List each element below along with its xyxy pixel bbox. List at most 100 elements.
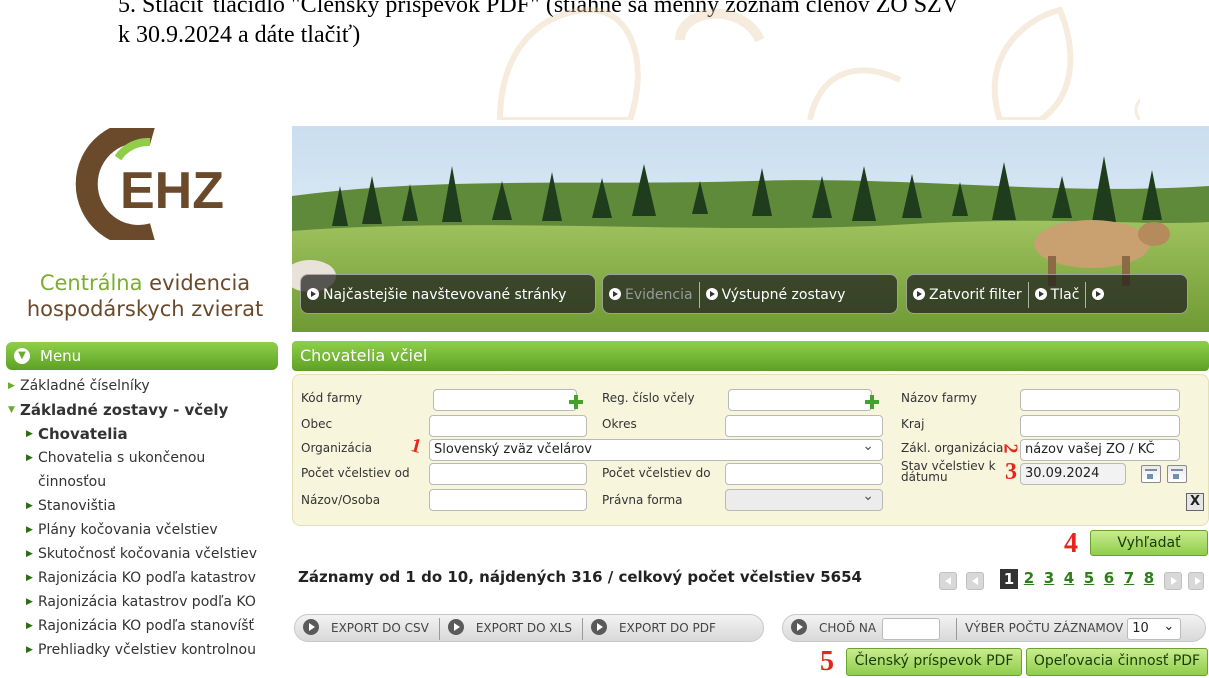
sidebar-item-rajonizacia-ko-katastrov[interactable]: ▶ Rajonizácia KO podľa katastrov — [6, 566, 296, 590]
sidebar-item-skutocnost-kocovania[interactable]: ▶ Skutočnosť kočovania včelstiev — [6, 542, 296, 566]
sidebar-item-label: Skutočnosť kočovania včelstiev — [38, 546, 258, 562]
sidebar-item-label: Prehliadky včelstiev kontrolnou — [38, 642, 256, 658]
chevron-down-icon: ▼ — [14, 348, 30, 364]
sidebar-item-rajonizacia-ko-stanovist[interactable]: ▶ Rajonizácia KO podľa stanovíšť — [6, 614, 296, 638]
nazov-farmy-input[interactable] — [1020, 389, 1180, 411]
nav-vystupne-zostavy[interactable]: Výstupné zostavy — [700, 275, 852, 315]
sidebar-item-label: Stanovištia — [38, 498, 116, 514]
triangle-right-icon: ▶ — [26, 597, 33, 607]
sidebar-item-rajonizacia-katastrov-ko[interactable]: ▶ Rajonizácia katastrov podľa KO — [6, 590, 296, 614]
nav-tlac[interactable]: Tlač — [1029, 275, 1086, 315]
menu-title: Menu — [40, 347, 82, 365]
sidebar-item-label: Chovatelia s ukončenou — [38, 450, 206, 466]
sidebar-menu: ▶ Základné číselníky ▼ Základné zostavy - … — [6, 374, 296, 662]
add-plus-icon[interactable] — [865, 395, 879, 409]
watermark-logo — [496, 6, 1140, 120]
nav-zatvorit-filter[interactable]: Zatvoriť filter — [907, 275, 1028, 315]
play-circle-icon — [791, 619, 807, 635]
nav-extra[interactable] — [1086, 275, 1110, 315]
triangle-right-icon: ▶ — [26, 549, 33, 559]
annotation-3: 3 — [1005, 459, 1017, 485]
play-circle-icon — [1034, 288, 1047, 300]
nav-label: Evidencia — [625, 287, 693, 303]
nazov-osoba-input[interactable] — [429, 489, 587, 511]
calendar-clear-icon[interactable] — [1167, 465, 1187, 483]
kod-farmy-input[interactable] — [433, 389, 577, 411]
sidebar-item-chovatelia-ukoncenou[interactable]: ▶ Chovatelia s ukončenou — [6, 446, 296, 470]
page-number[interactable]: 8 — [1140, 569, 1158, 587]
nav-label: Tlač — [1050, 287, 1080, 303]
menu-header[interactable]: ▼ Menu — [6, 342, 278, 370]
play-circle-icon — [913, 288, 925, 300]
page-number[interactable]: 2 — [1020, 569, 1038, 587]
member-fee-pdf-button[interactable]: Členský príspevok PDF — [846, 648, 1022, 676]
pollination-activity-pdf-button[interactable]: Opeľovacia činnosť PDF — [1026, 648, 1208, 676]
sidebar-item-plany-kocovania[interactable]: ▶ Plány kočovania včelstiev — [6, 518, 296, 542]
pocet-do-input[interactable] — [725, 463, 883, 485]
triangle-down-icon: ▼ — [8, 405, 15, 415]
sidebar-item-label: Rajonizácia katastrov podľa KO — [38, 594, 256, 610]
annotation-5: 5 — [820, 646, 834, 677]
nav-label: Výstupné zostavy — [721, 287, 846, 303]
label-nazov-farmy: Názov farmy — [901, 391, 977, 405]
page-title: Chovatelia včiel — [292, 341, 1209, 371]
export-csv-button[interactable]: EXPORT DO CSV — [295, 615, 439, 641]
nav-group-evidencia: Evidencia Výstupné zostavy — [602, 274, 898, 314]
logo-caption: Centrálna evidencia hospodárskych zviera… — [0, 270, 290, 322]
page-number[interactable]: 3 — [1040, 569, 1058, 587]
label-nazov-osoba: Názov/Osoba — [301, 493, 381, 507]
stav-datum-input[interactable]: 30.09.2024 — [1020, 463, 1126, 485]
sidebar-item-stanovistia[interactable]: ▶ Stanovištia — [6, 494, 296, 518]
label-pocet-od: Počet včelstiev od — [301, 466, 410, 480]
play-circle-icon — [590, 619, 607, 635]
annotation-4: 4 — [1064, 528, 1078, 559]
sidebar-item-label: Plány kočovania včelstiev — [38, 522, 218, 538]
play-circle-icon — [609, 288, 621, 300]
zakl-organizacia-input[interactable]: názov vašej ZO / KČ — [1020, 439, 1180, 461]
sidebar-item-zakladne-ciselniky[interactable]: ▶ Základné číselníky — [6, 374, 296, 398]
last-page-icon[interactable] — [1188, 572, 1204, 590]
label-organizacia: Organizácia — [301, 441, 373, 455]
page-number-current[interactable]: 1 — [1000, 569, 1018, 589]
sidebar-item-chovatelia-ukoncenou-cont[interactable]: činnosťou — [6, 470, 296, 494]
sidebar-item-label: Rajonizácia KO podľa stanovíšť — [38, 618, 255, 634]
first-page-icon[interactable] — [939, 572, 957, 590]
records-count-select[interactable]: 10 ⌄ — [1127, 617, 1182, 640]
triangle-right-icon: ▶ — [26, 453, 33, 463]
search-button[interactable]: Vyhľadať — [1090, 530, 1208, 556]
organizacia-select[interactable]: Slovenský zväz včelárov — [429, 436, 883, 461]
label-stav-k-datumu: Stav včelstiev k dátumu — [901, 459, 996, 484]
sidebar-item-label: činnosťou — [38, 474, 107, 490]
nav-most-visited[interactable]: Najčastejšie navštevované stránky — [300, 274, 596, 314]
filter-panel: Kód farmy Reg. číslo včely Názov farmy O… — [292, 374, 1209, 526]
goto-page-control[interactable]: CHOĎ NA — [783, 615, 956, 641]
goto-page-input[interactable] — [882, 617, 941, 640]
label-reg-cislo: Reg. číslo včely — [602, 391, 695, 405]
kraj-input[interactable] — [1020, 415, 1180, 437]
triangle-right-icon: ▶ — [26, 525, 33, 535]
sidebar-item-chovatelia[interactable]: ▶ Chovatelia — [6, 422, 296, 446]
records-count-control: VÝBER POČTU ZÁZNAMOV 10 ⌄ — [957, 615, 1191, 641]
okres-input[interactable] — [725, 415, 883, 437]
add-plus-icon[interactable] — [569, 395, 583, 409]
obec-input[interactable] — [429, 415, 587, 437]
sidebar-item-zakladne-zostavy-vcely[interactable]: ▼ Základné zostavy - včely — [6, 398, 296, 422]
export-pdf-button[interactable]: EXPORT DO PDF — [583, 615, 726, 641]
reg-cislo-input[interactable] — [728, 389, 872, 411]
nav-evidencia[interactable]: Evidencia — [603, 275, 699, 315]
calendar-icon[interactable] — [1141, 465, 1161, 483]
nav-label: Zatvoriť filter — [929, 287, 1022, 303]
page-number[interactable]: 5 — [1080, 569, 1098, 587]
pravna-forma-select[interactable] — [725, 486, 883, 511]
sidebar-item-prehliadky-vcelstiev[interactable]: ▶ Prehliadky včelstiev kontrolnou — [6, 638, 296, 662]
page-number[interactable]: 7 — [1120, 569, 1138, 587]
page-number[interactable]: 4 — [1060, 569, 1078, 587]
triangle-right-icon: ▶ — [26, 573, 33, 583]
next-page-icon[interactable] — [1164, 572, 1182, 590]
logo-caption-rest: evidencia — [142, 271, 251, 295]
clear-filter-button[interactable]: X — [1186, 493, 1204, 511]
pocet-od-input[interactable] — [429, 463, 587, 485]
page-number[interactable]: 6 — [1100, 569, 1118, 587]
prev-page-icon[interactable] — [966, 572, 984, 590]
export-xls-button[interactable]: EXPORT DO XLS — [440, 615, 582, 641]
